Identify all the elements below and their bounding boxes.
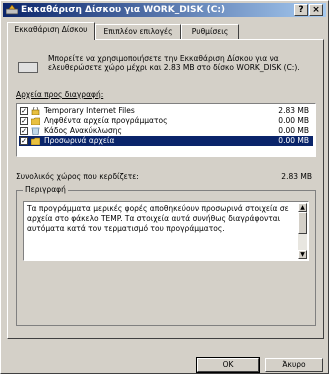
disk-cleanup-icon [6, 5, 18, 15]
help-button[interactable]: ? [294, 4, 308, 16]
ok-button[interactable]: OK [196, 357, 260, 373]
tab-disk-cleanup[interactable]: Εκκαθάριση Δίσκου [7, 22, 95, 40]
drive-icon [18, 62, 38, 73]
list-item[interactable]: ✓ Κάδος Ανακύκλωσης 0.00 MB [19, 126, 313, 136]
vertical-scrollbar[interactable]: ▲ ▼ [298, 203, 307, 259]
total-label: Συνολικός χώρος που κερδίζετε: [16, 172, 139, 181]
files-to-delete-label: Αρχεία προς διαγραφή: [16, 90, 104, 99]
checkbox[interactable]: ✓ [20, 107, 28, 115]
description-label: Περιγραφή [23, 185, 68, 194]
total-value: 2.83 MB [281, 172, 312, 181]
scroll-thumb[interactable] [298, 212, 307, 234]
file-size: 2.83 MB [278, 106, 309, 115]
file-name: Temporary Internet Files [44, 106, 135, 115]
checkbox[interactable]: ✓ [20, 127, 28, 135]
tab-panel: Μπορείτε να χρησιμοποιήσετε την Εκκαθάρι… [7, 39, 324, 339]
recycle-bin-icon [31, 127, 40, 135]
list-item[interactable]: ✓ Ληφθέντα αρχεία προγράμματος 0.00 MB [19, 116, 313, 126]
disk-cleanup-window: Εκκαθάριση Δίσκου για WORK_DISK (C:) ? ×… [0, 0, 329, 374]
cancel-button[interactable]: Άκυρο [265, 358, 323, 372]
file-name: Προσωρινά αρχεία [44, 136, 115, 145]
list-item-selected[interactable]: ✓ Προσωρινά αρχεία 0.00 MB [19, 136, 313, 146]
scroll-down-button[interactable]: ▼ [298, 250, 307, 259]
window-title: Εκκαθάριση Δίσκου για WORK_DISK (C:) [21, 5, 226, 15]
description-text: Τα προγράμματα μερικές φορές αποθηκεύουν… [27, 204, 289, 233]
tab-more-options[interactable]: Επιπλέον επιλογές [95, 24, 181, 39]
files-list[interactable]: ✓ Temporary Internet Files 2.83 MB ✓ Ληφ… [16, 103, 316, 157]
intro-text: Μπορείτε να χρησιμοποιήσετε την Εκκαθάρι… [48, 54, 300, 72]
file-size: 0.00 MB [278, 136, 309, 145]
file-name: Κάδος Ανακύκλωσης [44, 126, 122, 135]
file-name: Ληφθέντα αρχεία προγράμματος [44, 116, 168, 125]
checkbox[interactable]: ✓ [20, 117, 28, 125]
folder-icon [31, 117, 40, 125]
list-item[interactable]: ✓ Temporary Internet Files 2.83 MB [19, 106, 313, 116]
file-size: 0.00 MB [278, 126, 309, 135]
tab-settings[interactable]: Ρυθμίσεις [181, 24, 239, 39]
description-box: Τα προγράμματα μερικές φορές αποθηκεύουν… [23, 201, 309, 261]
title-bar[interactable]: Εκκαθάριση Δίσκου για WORK_DISK (C:) ? × [3, 3, 326, 17]
description-group: Περιγραφή Τα προγράμματα μερικές φορές α… [16, 185, 316, 326]
scroll-up-button[interactable]: ▲ [298, 203, 307, 212]
total-space: Συνολικός χώρος που κερδίζετε: 2.83 MB [16, 172, 316, 181]
checkbox[interactable]: ✓ [20, 137, 28, 145]
close-button[interactable]: × [309, 4, 323, 16]
folder-icon [31, 137, 40, 145]
lock-folder-icon [31, 107, 40, 115]
file-size: 0.00 MB [278, 116, 309, 125]
